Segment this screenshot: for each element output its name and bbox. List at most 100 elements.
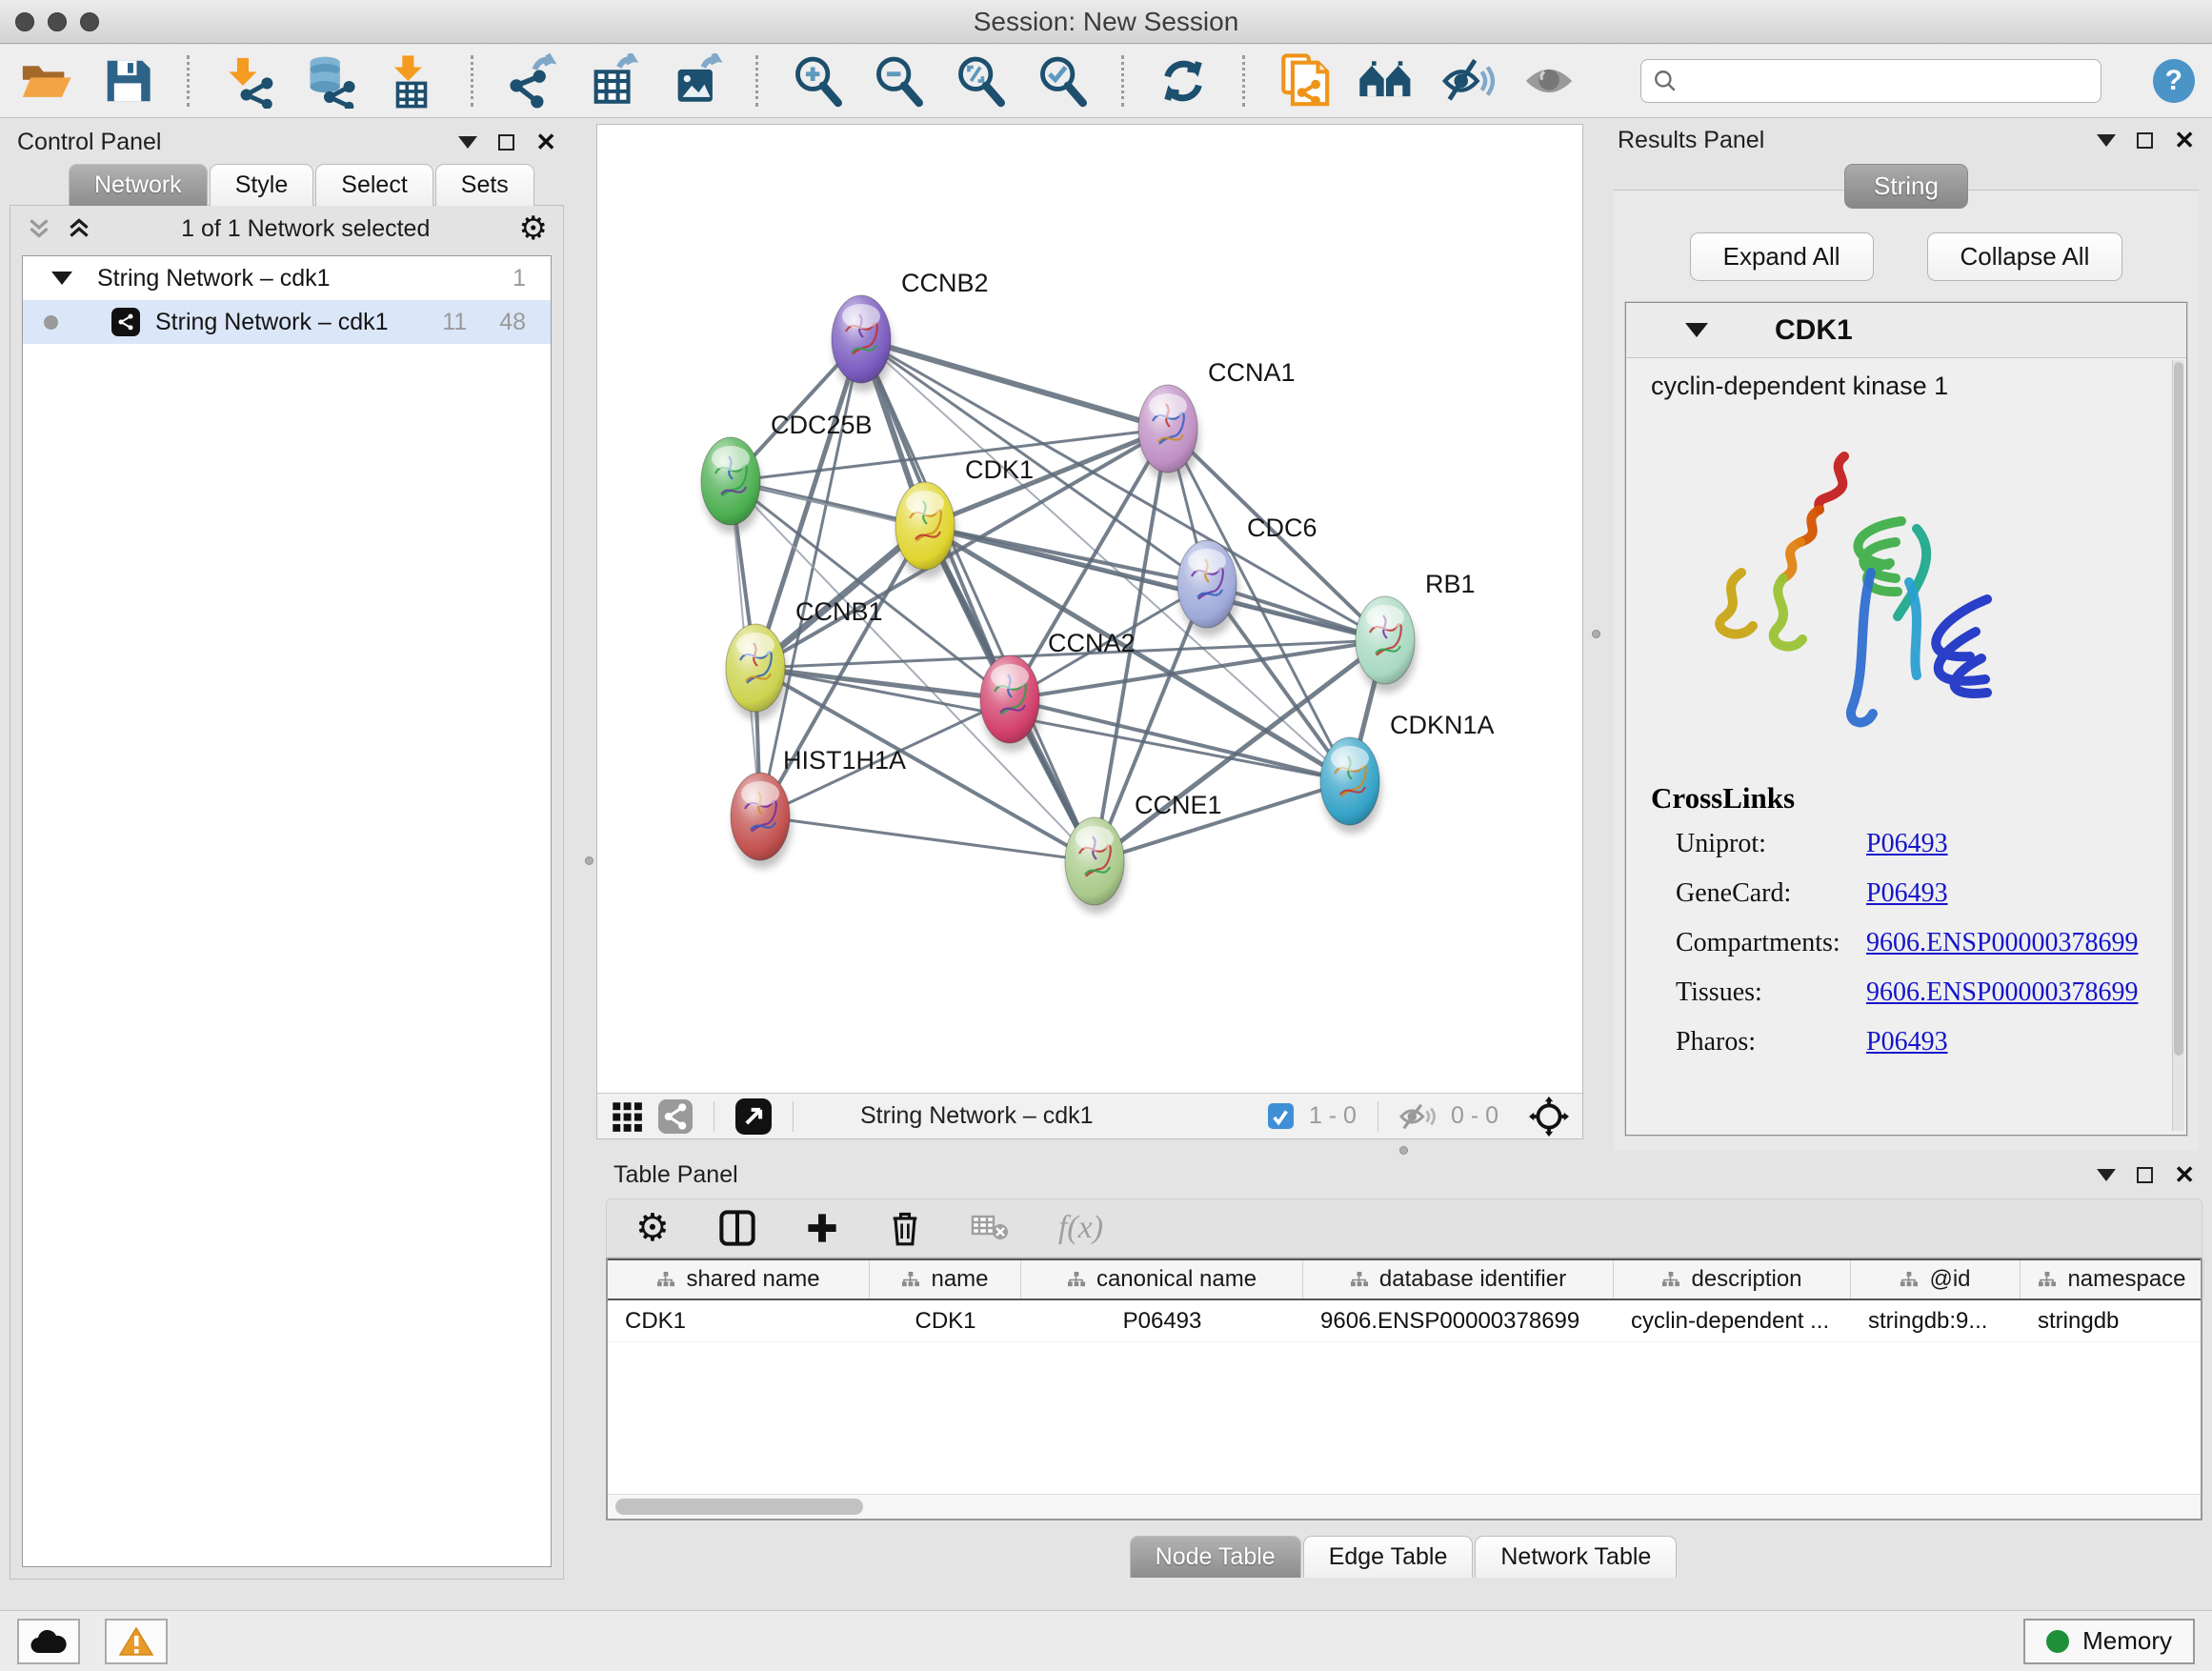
left-splitter-handle[interactable] [585, 856, 593, 865]
tab-node-table[interactable]: Node Table [1130, 1536, 1301, 1578]
float-panel-icon[interactable] [2137, 1167, 2153, 1183]
collapse-panel-icon[interactable] [2097, 1169, 2116, 1181]
table-panel: Table Panel ✕ ⚙ f(x) shared na [606, 1158, 2202, 1601]
zoom-fit-button[interactable] [952, 51, 1009, 111]
section-caret-icon[interactable] [1685, 323, 1708, 337]
crosslink-link[interactable]: 9606.ENSP00000378699 [1866, 977, 2138, 1008]
network-node-CDKN1A[interactable]: CDKN1A [1320, 711, 1495, 834]
close-panel-icon[interactable]: ✕ [2174, 128, 2195, 152]
column-header-shared-name[interactable]: shared name [608, 1260, 870, 1299]
table-options-gear-icon[interactable]: ⚙ [635, 1209, 670, 1247]
network-options-gear-icon[interactable]: ⚙ [519, 212, 548, 245]
collapse-panel-icon[interactable] [2097, 134, 2116, 147]
table-cell[interactable]: CDK1 [870, 1300, 1021, 1341]
import-table-button[interactable] [383, 51, 440, 111]
help-button[interactable]: ? [2153, 59, 2195, 103]
cloud-status-button[interactable] [17, 1619, 80, 1664]
delete-column-icon[interactable] [889, 1210, 921, 1246]
close-window-button[interactable] [15, 12, 34, 31]
tab-string[interactable]: String [1844, 164, 1968, 209]
crosslink-link[interactable]: P06493 [1866, 1027, 1948, 1057]
close-panel-icon[interactable]: ✕ [2174, 1162, 2195, 1187]
warnings-button[interactable] [105, 1619, 168, 1664]
table-horizontal-scrollbar[interactable] [608, 1494, 2201, 1519]
string-home-button[interactable] [1357, 51, 1415, 111]
collapse-panel-icon[interactable] [458, 136, 477, 149]
hidden-items-icon[interactable] [1399, 1101, 1436, 1132]
import-network-from-database-button[interactable] [301, 51, 358, 111]
crosshair-icon[interactable] [1529, 1097, 1569, 1137]
close-panel-icon[interactable]: ✕ [535, 130, 556, 154]
string-document-button[interactable] [1276, 51, 1333, 111]
node-attribute-icon [901, 1271, 919, 1289]
export-table-button[interactable] [586, 51, 643, 111]
selected-nodes-checkbox[interactable] [1268, 1103, 1294, 1129]
zoom-out-button[interactable] [870, 51, 927, 111]
network-collection-row[interactable]: String Network – cdk1 1 [23, 256, 551, 300]
string-hide-glass-button[interactable] [1439, 51, 1497, 111]
network-canvas[interactable]: CCNB2CCNA1CDC25BCDK1CDC6RB1CCNB1CCNA2CDK… [597, 125, 1582, 1093]
minimize-window-button[interactable] [48, 12, 67, 31]
add-column-icon[interactable] [805, 1211, 839, 1245]
tab-sets[interactable]: Sets [435, 164, 534, 206]
save-session-button[interactable] [99, 51, 156, 111]
results-scrollbar-thumb[interactable] [2174, 362, 2183, 1056]
column-header-id[interactable]: @id [1851, 1260, 2021, 1299]
collapse-all-networks-icon[interactable] [26, 215, 52, 242]
window-controls[interactable] [15, 12, 99, 31]
tab-network[interactable]: Network [69, 164, 208, 206]
import-network-button[interactable] [220, 51, 277, 111]
import-table-icon [384, 53, 439, 109]
toggle-visibility-button[interactable] [1520, 51, 1578, 111]
export-network-button[interactable] [504, 51, 561, 111]
network-row-selected[interactable]: String Network – cdk1 11 48 [23, 300, 551, 344]
network-node-CCNA1[interactable]: CCNA1 [1138, 358, 1296, 481]
table-cell[interactable]: stringdb:9... [1851, 1300, 2021, 1341]
zoom-selected-button[interactable] [1034, 51, 1091, 111]
table-cell[interactable]: 9606.ENSP00000378699 [1303, 1300, 1614, 1341]
table-cell[interactable]: P06493 [1021, 1300, 1303, 1341]
table-cell[interactable]: stringdb [2021, 1300, 2204, 1341]
maximize-window-button[interactable] [80, 12, 99, 31]
network-node-CCNE1[interactable]: CCNE1 [1065, 791, 1222, 914]
zoom-in-button[interactable] [789, 51, 846, 111]
crosslink-link[interactable]: P06493 [1866, 829, 1948, 859]
column-header-name[interactable]: name [870, 1260, 1021, 1299]
collection-caret-icon[interactable] [51, 272, 72, 285]
float-panel-icon[interactable] [2137, 132, 2153, 149]
tab-edge-table[interactable]: Edge Table [1303, 1536, 1474, 1578]
search-bar[interactable] [1640, 59, 2101, 103]
column-header-canonical-name[interactable]: canonical name [1021, 1260, 1303, 1299]
refresh-button[interactable] [1155, 51, 1212, 111]
export-image-button[interactable] [668, 51, 725, 111]
tab-network-table[interactable]: Network Table [1475, 1536, 1677, 1578]
column-header-database-identifier[interactable]: database identifier [1303, 1260, 1614, 1299]
crosslink-link[interactable]: P06493 [1866, 878, 1948, 909]
grid-view-icon[interactable] [611, 1100, 643, 1133]
expand-all-networks-icon[interactable] [66, 215, 92, 242]
results-scrollbar[interactable] [2172, 360, 2184, 1131]
network-share-view-icon[interactable] [658, 1099, 693, 1134]
right-splitter-handle[interactable] [1592, 630, 1600, 638]
crosslink-link[interactable]: 9606.ENSP00000378699 [1866, 928, 2138, 958]
gene-section-header[interactable]: CDK1 [1626, 303, 2186, 358]
memory-button[interactable]: Memory [2023, 1619, 2195, 1664]
network-node-CDC25B[interactable]: CDC25B [701, 411, 873, 534]
birds-eye-view-icon[interactable] [735, 1098, 772, 1135]
tab-select[interactable]: Select [315, 164, 432, 206]
tab-style[interactable]: Style [210, 164, 314, 206]
expand-all-button[interactable]: Expand All [1690, 232, 1874, 281]
show-columns-icon[interactable] [719, 1210, 755, 1246]
float-panel-icon[interactable] [498, 134, 514, 151]
table-scrollbar-thumb[interactable] [615, 1499, 863, 1515]
bottom-splitter-handle[interactable] [1399, 1146, 1408, 1155]
column-header-description[interactable]: description [1614, 1260, 1851, 1299]
column-header-namespace[interactable]: namespace [2021, 1260, 2204, 1299]
search-input[interactable] [1687, 68, 2088, 94]
table-row[interactable]: CDK1CDK1P064939606.ENSP00000378699cyclin… [608, 1300, 2201, 1342]
network-node-RB1[interactable]: RB1 [1356, 570, 1476, 693]
table-cell[interactable]: cyclin-dependent ... [1614, 1300, 1851, 1341]
table-cell[interactable]: CDK1 [608, 1300, 870, 1341]
open-session-button[interactable] [17, 51, 74, 111]
collapse-all-button[interactable]: Collapse All [1927, 232, 2123, 281]
